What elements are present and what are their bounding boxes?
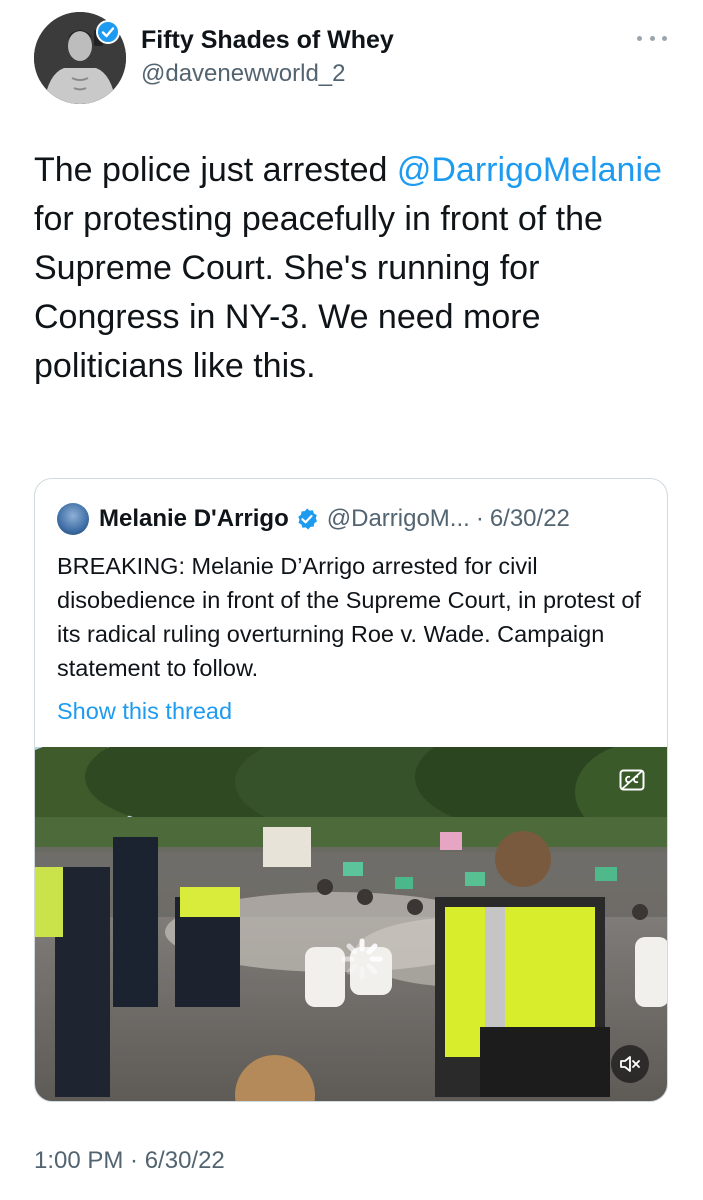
author-verified-icon xyxy=(96,20,120,44)
quoted-tweet-text: BREAKING: Melanie D’Arrigo arrested for … xyxy=(57,553,641,681)
more-options-icon[interactable] xyxy=(637,28,667,48)
show-thread-link[interactable]: Show this thread xyxy=(57,698,232,725)
speaker-muted-icon xyxy=(620,1056,640,1072)
video-player[interactable] xyxy=(35,747,667,1101)
tweet-text-after: for protesting peacefully in front of th… xyxy=(34,200,603,385)
quoted-author-avatar[interactable] xyxy=(57,503,89,535)
mention-link[interactable]: @DarrigoMelanie xyxy=(397,151,662,189)
tweet-timestamp[interactable]: 1:00 PM · 6/30/22 xyxy=(34,1147,225,1175)
tweet-text-before: The police just arrested xyxy=(34,151,397,189)
verified-badge-icon xyxy=(298,508,317,530)
protest-video-frame xyxy=(35,747,667,1101)
tweet-text: The police just arrested @DarrigoMelanie… xyxy=(34,146,674,391)
header-separator: · xyxy=(475,505,484,532)
quoted-author-handle[interactable]: @DarrigoM... xyxy=(327,505,470,533)
author-handle[interactable]: @davenewworld_2 xyxy=(141,60,345,88)
quoted-tweet-card[interactable]: Melanie D'Arrigo @DarrigoM... · 6/30/22 … xyxy=(34,478,668,1102)
author-display-name[interactable]: Fifty Shades of Whey xyxy=(141,26,394,55)
mute-icon[interactable] xyxy=(611,1045,649,1083)
quoted-tweet-header: Melanie D'Arrigo @DarrigoM... · 6/30/22 xyxy=(99,505,570,533)
loading-spinner-icon xyxy=(341,938,383,980)
quoted-author-name[interactable]: Melanie D'Arrigo xyxy=(99,505,289,533)
closed-captions-icon[interactable] xyxy=(619,769,645,791)
quoted-tweet-date[interactable]: 6/30/22 xyxy=(490,505,570,533)
